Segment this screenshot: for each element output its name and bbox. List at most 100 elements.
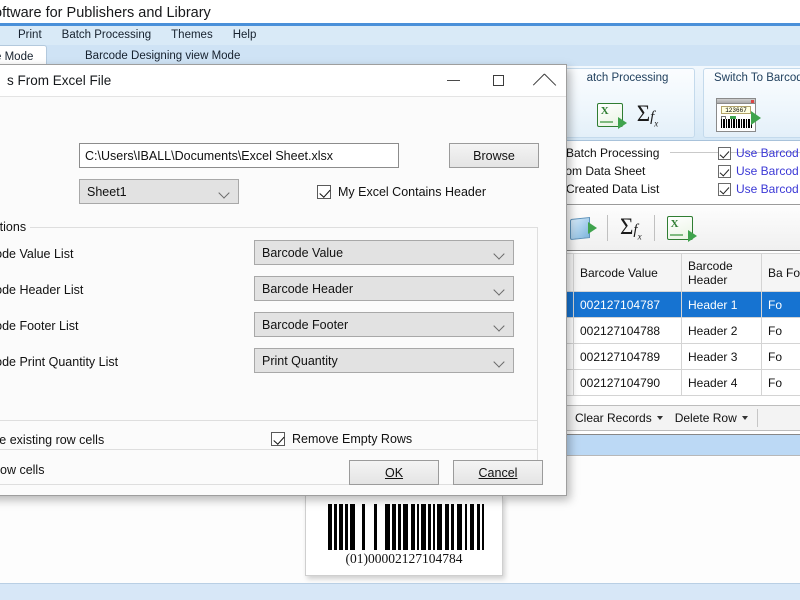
column-header-barcode-value[interactable]: Barcode Value bbox=[573, 253, 682, 292]
delete-row-button[interactable]: Delete Row bbox=[669, 411, 754, 425]
data-grid[interactable]: Barcode Value Barcode Header Ba Fo 00212… bbox=[565, 253, 800, 401]
barcode-print-quantity-list-select[interactable]: Print Quantity bbox=[254, 348, 514, 373]
minimize-button[interactable] bbox=[431, 65, 476, 96]
chevron-down-icon bbox=[495, 286, 504, 295]
browse-button[interactable]: Browse bbox=[449, 143, 539, 168]
sheet-select[interactable]: Sheet1 bbox=[79, 179, 239, 204]
cancel-button[interactable]: Cancel bbox=[453, 460, 543, 485]
menu-item-themes[interactable]: Themes bbox=[161, 26, 223, 45]
cell-barcode-value[interactable]: 002127104789 bbox=[573, 343, 682, 370]
maximize-icon bbox=[493, 75, 504, 86]
cell-barcode-footer[interactable]: Fo bbox=[761, 317, 800, 344]
clear-records-button[interactable]: Clear Records bbox=[569, 411, 669, 425]
excel-file-path-input[interactable] bbox=[79, 143, 399, 168]
cell-barcode-footer[interactable]: Fo bbox=[761, 343, 800, 370]
table-row[interactable]: 002127104787 Header 1 Fo bbox=[565, 291, 800, 318]
chevron-down-icon bbox=[656, 416, 663, 420]
checkbox-box-3 bbox=[718, 182, 731, 196]
menu-item-print[interactable]: Print bbox=[8, 26, 52, 45]
dialog-titlebar: s From Excel File bbox=[0, 65, 566, 97]
barcode-preview-card[interactable]: (01)00002127104784 bbox=[305, 495, 503, 576]
cell-barcode-footer[interactable]: Fo bbox=[761, 369, 800, 396]
green-arrow-icon bbox=[751, 111, 761, 125]
cell-barcode-header[interactable]: Header 1 bbox=[681, 291, 762, 318]
barcode-header-list-value: Barcode Header bbox=[262, 282, 354, 296]
checkbox-use-barcode-1[interactable]: Use Barcod bbox=[718, 146, 799, 160]
tab-barcode-designing-view-mode[interactable]: Barcode Designing view Mode bbox=[72, 45, 253, 66]
barcode-header-list-select[interactable]: Barcode Header bbox=[254, 276, 514, 301]
sigma-function-icon[interactable]: Σfx bbox=[637, 102, 659, 129]
import-from-excel-dialog: s From Excel File el File : Browse Sheet… bbox=[0, 64, 567, 496]
toolbar-separator-2 bbox=[653, 215, 655, 241]
radio-created-data-list[interactable]: Created Data List bbox=[566, 182, 659, 196]
toolbar-separator-1 bbox=[607, 215, 608, 241]
cell-barcode-value[interactable]: 002127104790 bbox=[573, 369, 682, 396]
cell-barcode-footer[interactable]: Fo bbox=[761, 291, 800, 318]
checkbox-box-1 bbox=[718, 146, 731, 160]
data-grid-table: Barcode Value Barcode Header Ba Fo 00212… bbox=[565, 253, 800, 396]
checkbox-box-2 bbox=[718, 164, 731, 178]
barcode-footer-list-select[interactable]: Barcode Footer bbox=[254, 312, 514, 337]
column-header-barcode-header[interactable]: Barcode Header bbox=[681, 253, 762, 292]
chevron-down-icon bbox=[495, 358, 504, 367]
my-excel-contains-header-label: My Excel Contains Header bbox=[338, 185, 486, 199]
excel-import-icon-2[interactable] bbox=[666, 216, 697, 242]
dialog-body: el File : Browse Sheet Sheet1 My Excel C… bbox=[0, 97, 566, 497]
ribbon-icons-batch-processing: Σfx bbox=[561, 93, 694, 137]
status-bar bbox=[0, 583, 800, 600]
barcode-human-readable-text: (01)00002127104784 bbox=[345, 551, 463, 566]
checkbox-use-barcode-2[interactable]: Use Barcod bbox=[718, 164, 799, 178]
cell-barcode-value[interactable]: 002127104788 bbox=[573, 317, 682, 344]
tab-design-mode[interactable]: e Mode bbox=[0, 45, 48, 66]
dialog-title: s From Excel File bbox=[7, 73, 112, 88]
options-groupbox-legend: Options bbox=[0, 220, 31, 234]
delete-row-label: Delete Row bbox=[674, 411, 737, 425]
barcode-value-list-select[interactable]: Barcode Value bbox=[254, 240, 514, 265]
chevron-down-icon bbox=[495, 250, 504, 259]
chevron-down-icon bbox=[495, 322, 504, 331]
column-header-barcode-footer[interactable]: Ba Fo bbox=[761, 253, 800, 292]
barcode-print-quantity-list-value: Print Quantity bbox=[262, 354, 338, 368]
radio-overwrite-existing-rows[interactable]: write the existing row cells bbox=[0, 433, 104, 447]
checkbox-label-2: Use Barcod bbox=[736, 164, 799, 178]
sigma-function-icon-2[interactable]: Σfx bbox=[620, 215, 642, 242]
checkbox-use-barcode-3[interactable]: Use Barcod bbox=[718, 182, 799, 196]
close-button[interactable] bbox=[521, 65, 566, 96]
table-row[interactable]: 002127104788 Header 2 Fo bbox=[565, 317, 800, 344]
menu-item-batch-processing[interactable]: Batch Processing bbox=[52, 26, 162, 45]
chevron-down-icon bbox=[741, 416, 748, 420]
maximize-button[interactable] bbox=[476, 65, 521, 96]
ok-button[interactable]: OK bbox=[349, 460, 439, 485]
menu-item-help[interactable]: Help bbox=[223, 26, 267, 45]
tab-strip: e Mode Barcode Designing view Mode bbox=[0, 45, 800, 66]
barcode-value-list-label: e Barcode Value List bbox=[0, 247, 74, 261]
menu-bar: Print Batch Processing Themes Help bbox=[0, 26, 800, 45]
barcode-window-icon[interactable]: 123667 bbox=[716, 98, 761, 132]
cell-barcode-header[interactable]: Header 4 bbox=[681, 369, 762, 396]
ribbon-group-label-switch-to-barcode: Switch To Barcode bbox=[714, 72, 800, 84]
barcode-print-quantity-list-label: e Barcode Print Quantity List bbox=[0, 355, 119, 369]
table-row[interactable]: 002127104790 Header 4 Fo bbox=[565, 369, 800, 396]
screen-root: oftware for Publishers and Library Print… bbox=[0, 0, 800, 600]
table-row[interactable]: 002127104789 Header 3 Fo bbox=[565, 343, 800, 370]
cell-barcode-header[interactable]: Header 3 bbox=[681, 343, 762, 370]
cell-barcode-value[interactable]: 002127104787 bbox=[573, 291, 682, 318]
minimize-icon bbox=[447, 80, 460, 81]
remove-empty-rows-checkbox[interactable]: Remove Empty Rows bbox=[271, 432, 412, 446]
radio-create-new-rows[interactable]: e new row cells bbox=[0, 463, 44, 477]
cancel-button-label: Cancel bbox=[478, 466, 518, 480]
my-excel-contains-header-checkbox[interactable]: My Excel Contains Header bbox=[317, 185, 486, 199]
clear-records-label: Clear Records bbox=[575, 411, 652, 425]
ribbon-icons-switch-to-barcode: 123667 bbox=[704, 93, 800, 137]
options-group-title: Batch Processing bbox=[566, 146, 660, 160]
book-export-icon[interactable] bbox=[570, 216, 597, 240]
checkbox-box bbox=[317, 185, 331, 199]
cell-barcode-header[interactable]: Header 2 bbox=[681, 317, 762, 344]
dialog-window-buttons bbox=[431, 65, 566, 96]
sheet-select-value: Sheet1 bbox=[87, 185, 127, 199]
radio-custom-data-sheet[interactable]: tom Data Sheet bbox=[562, 164, 645, 178]
chevron-down-icon bbox=[220, 189, 229, 198]
excel-import-icon[interactable] bbox=[596, 103, 627, 129]
grid-action-separator bbox=[756, 409, 758, 427]
barcode-header-list-label: e Barcode Header List bbox=[0, 283, 84, 297]
